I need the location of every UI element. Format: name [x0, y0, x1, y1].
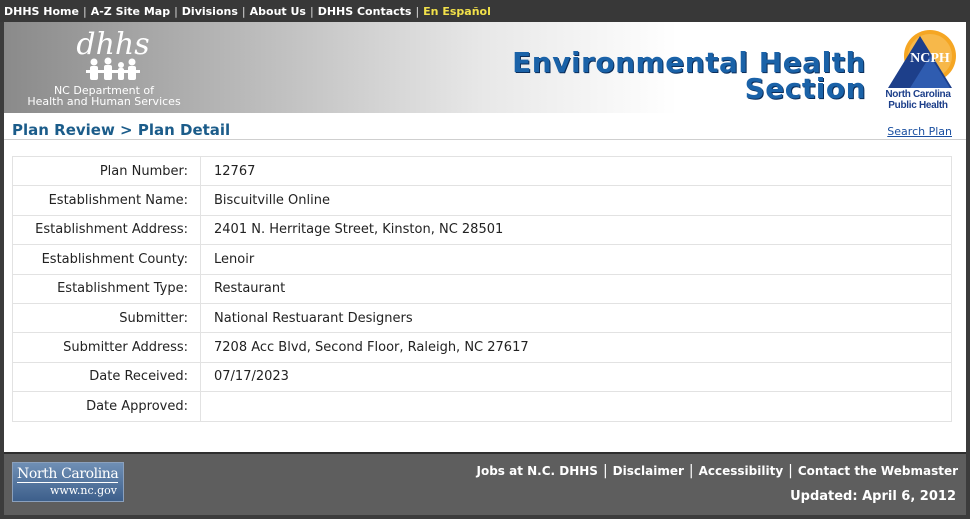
- dhhs-logo[interactable]: dhhs NC Department of Health and Human S…: [24, 28, 184, 112]
- footer-link-jobs[interactable]: Jobs at N.C. DHHS: [476, 464, 597, 478]
- field-label: Establishment Name:: [12, 185, 201, 216]
- ncph-badge-icon: NCPH: [888, 30, 956, 88]
- field-value: Lenoir: [200, 244, 952, 275]
- agency-name-line2: Health and Human Services: [27, 95, 181, 108]
- search-plan-link[interactable]: Search Plan: [887, 125, 952, 138]
- table-row: Submitter Address: 7208 Acc Blvd, Second …: [12, 332, 952, 363]
- footer-links: Jobs at N.C. DHHS | Disclaimer | Accessibili…: [476, 463, 958, 479]
- nav-separator: |: [174, 5, 178, 18]
- nav-separator: |: [241, 5, 246, 18]
- field-value: Restaurant: [200, 273, 952, 304]
- table-row: Establishment County: Lenoir: [12, 244, 952, 275]
- field-value: 7208 Acc Blvd, Second Floor, Raleigh, NC…: [200, 332, 952, 363]
- field-value: 12767: [200, 155, 952, 187]
- updated-date: Updated: April 6, 2012: [790, 489, 956, 504]
- table-row: Establishment Name: Biscuitville Online: [12, 185, 952, 216]
- header-banner: dhhs NC Department of Health and Human S…: [4, 22, 966, 113]
- field-label: Establishment County:: [12, 244, 201, 275]
- field-label: Date Received:: [12, 361, 201, 393]
- nav-divisions[interactable]: Divisions: [182, 5, 238, 18]
- ncph-label-line1: North Carolina: [885, 89, 951, 100]
- footer-link-accessibility[interactable]: Accessibility: [699, 464, 784, 478]
- nav-en-espanol[interactable]: En Español: [423, 5, 491, 18]
- breadcrumb: Plan Review > Plan Detail: [12, 121, 231, 139]
- field-label: Date Approved:: [12, 391, 201, 422]
- table-row: Submitter: National Restuarant Designers: [12, 302, 952, 334]
- nav-separator: |: [82, 5, 87, 18]
- nc-logo-url: www.nc.gov: [49, 484, 117, 497]
- field-label: Submitter:: [12, 302, 201, 334]
- nav-dhhs-home[interactable]: DHHS Home: [4, 5, 79, 18]
- field-value: National Restuarant Designers: [200, 302, 952, 334]
- field-label: Establishment Address:: [12, 214, 201, 246]
- footer-separator: |: [602, 463, 608, 479]
- nav-separator: |: [309, 5, 314, 18]
- table-row: Plan Number: 12767: [12, 155, 952, 187]
- nav-dhhs-contacts[interactable]: DHHS Contacts: [318, 5, 412, 18]
- ncph-logo[interactable]: NCPH North Carolina Public Health: [880, 26, 960, 112]
- field-label: Establishment Type:: [12, 273, 201, 304]
- field-label: Plan Number:: [12, 155, 201, 187]
- top-navigation: DHHS Home | A-Z Site Map | Divisions | About U…: [0, 0, 970, 22]
- breadcrumb-bar: Plan Review > Plan Detail Search Plan: [4, 113, 966, 140]
- nav-separator: |: [415, 5, 420, 18]
- footer: North Carolina www.nc.gov Jobs at N.C. D…: [4, 452, 966, 515]
- table-row: Date Approved:: [12, 391, 952, 422]
- nav-about-us[interactable]: About Us: [250, 5, 306, 18]
- svg-text:dhhs: dhhs: [76, 28, 149, 62]
- field-label: Submitter Address:: [12, 332, 201, 363]
- footer-separator: |: [688, 463, 694, 479]
- plan-detail-table: Plan Number: 12767 Establishment Name: Bisc…: [12, 155, 952, 422]
- ncph-label-line2: Public Health: [888, 100, 948, 111]
- table-row: Establishment Type: Restaurant: [12, 273, 952, 304]
- footer-separator: |: [788, 463, 793, 479]
- section-title-line2: Section: [744, 72, 866, 105]
- field-value: 2401 N. Herritage Street, Kinston, NC 28…: [200, 214, 952, 246]
- page-frame: dhhs NC Department of Health and Human S…: [4, 22, 966, 515]
- field-value: Biscuitville Online: [200, 185, 952, 216]
- dhhs-family-icon: dhhs: [76, 28, 150, 80]
- field-value: [200, 391, 952, 422]
- ncph-badge-text: NCPH: [910, 51, 950, 66]
- nc-gov-logo[interactable]: North Carolina www.nc.gov: [12, 462, 124, 502]
- footer-link-contact-webmaster[interactable]: Contact the Webmaster: [798, 464, 958, 478]
- field-value: 07/17/2023: [200, 361, 952, 393]
- table-row: Date Received: 07/17/2023: [12, 361, 952, 393]
- footer-link-disclaimer[interactable]: Disclaimer: [613, 464, 684, 478]
- nc-logo-title: North Carolina: [17, 466, 119, 483]
- table-row: Establishment Address: 2401 N. Herritage …: [12, 214, 952, 246]
- nav-az-site-map[interactable]: A-Z Site Map: [91, 5, 170, 18]
